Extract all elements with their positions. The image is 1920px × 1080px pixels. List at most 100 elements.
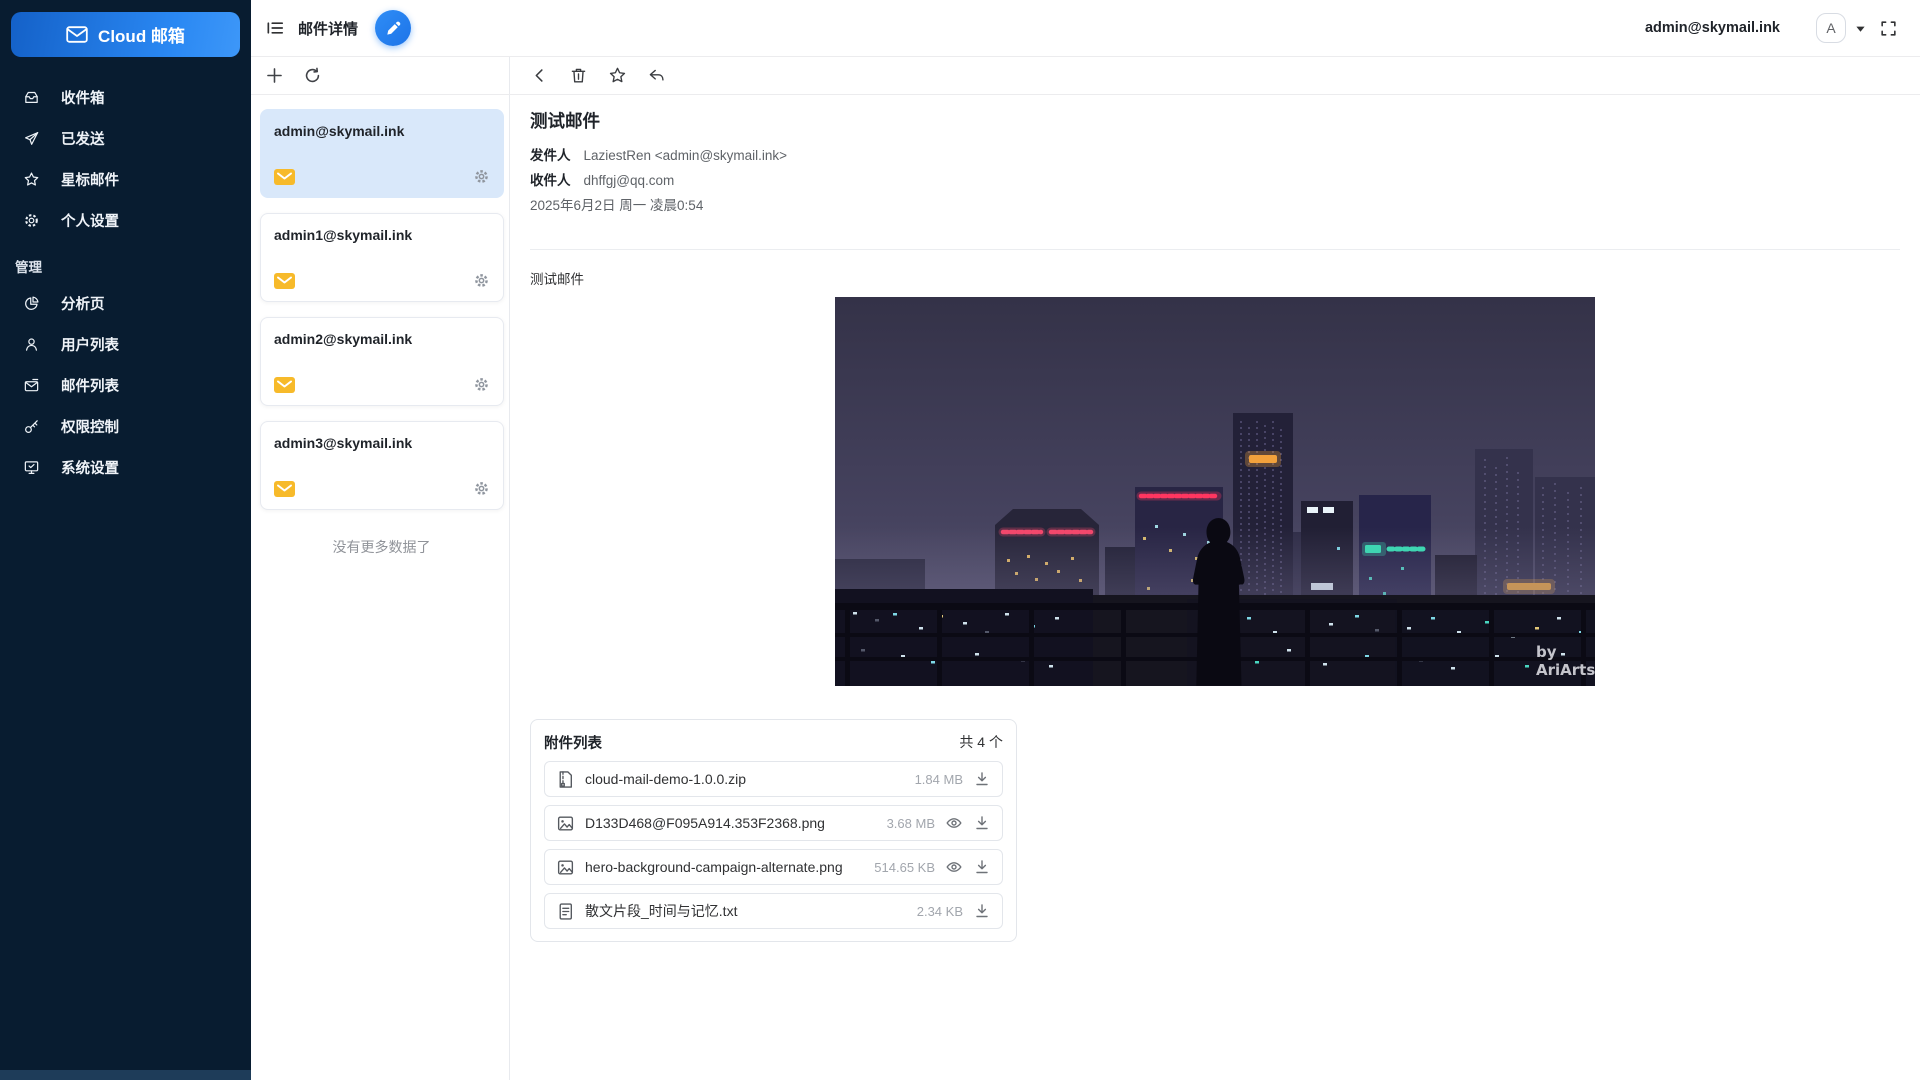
- card-footer: [274, 272, 490, 289]
- top-header: 邮件详情 admin@skymail.ink A: [251, 0, 1920, 57]
- gear-icon: [473, 480, 490, 497]
- eye-icon: [945, 814, 963, 832]
- menu-fold-icon[interactable]: [265, 18, 285, 38]
- envelope-icon: [274, 481, 295, 497]
- text-file-icon: [556, 902, 575, 921]
- account-card[interactable]: admin2@skymail.ink: [260, 317, 504, 406]
- meta-divider: [530, 249, 1900, 250]
- send-icon: [23, 130, 40, 147]
- trash-icon: [569, 66, 588, 85]
- image-file-icon: [556, 858, 575, 877]
- attachments-title: 附件列表: [544, 732, 602, 753]
- mail-body-text: 测试邮件: [530, 268, 1900, 288]
- mail-logo-icon: [66, 26, 88, 43]
- app-window: Cloud 邮箱 收件箱 已发送 星标邮件 个人设置: [0, 0, 1920, 1080]
- to-label: 收件人: [530, 168, 571, 193]
- app-logo[interactable]: Cloud 邮箱: [11, 12, 240, 57]
- attachments-panel: 附件列表 共 4 个 cloud-mail-demo-1.0.0.zip 1.8…: [530, 719, 1017, 942]
- star-icon: [608, 66, 627, 85]
- gear-icon: [23, 212, 40, 229]
- download-button[interactable]: [973, 770, 991, 788]
- sidebar: Cloud 邮箱 收件箱 已发送 星标邮件 个人设置: [0, 0, 251, 1080]
- download-icon: [973, 814, 991, 832]
- email-embedded-image: by AriArts: [530, 297, 1900, 686]
- account-card[interactable]: admin@skymail.ink: [260, 109, 504, 198]
- gear-icon: [473, 168, 490, 185]
- gear-icon: [473, 376, 490, 393]
- account-card[interactable]: admin1@skymail.ink: [260, 213, 504, 302]
- attachment-row: D133D468@F095A914.353F2368.png 3.68 MB: [544, 805, 1003, 841]
- account-settings-button[interactable]: [473, 272, 490, 289]
- attachment-name: 散文片段_时间与记忆.txt: [585, 901, 907, 921]
- add-account-button[interactable]: [265, 66, 284, 85]
- key-icon: [23, 418, 40, 435]
- page-title: 邮件详情: [298, 18, 358, 39]
- sidebar-item-permissions[interactable]: 权限控制: [0, 406, 251, 447]
- sidebar-item-sent[interactable]: 已发送: [0, 118, 251, 159]
- caret-down-icon[interactable]: [1855, 23, 1866, 34]
- zip-file-icon: [556, 770, 575, 789]
- account-settings-button[interactable]: [473, 480, 490, 497]
- image-watermark-line1: by: [1536, 643, 1557, 661]
- preview-button[interactable]: [945, 814, 963, 832]
- account-list: admin@skymail.ink ad: [251, 95, 510, 1080]
- fullscreen-icon: [1879, 19, 1898, 38]
- envelope-icon: [274, 169, 295, 185]
- compose-button[interactable]: [375, 10, 411, 46]
- mail-list-icon: [23, 377, 40, 394]
- refresh-button[interactable]: [303, 66, 322, 85]
- reply-icon: [647, 66, 666, 85]
- envelope-icon: [274, 377, 295, 393]
- reply-button[interactable]: [647, 66, 666, 85]
- account-card[interactable]: admin3@skymail.ink: [260, 421, 504, 510]
- to-value: dhffgj@qq.com: [584, 168, 675, 193]
- sidebar-item-label: 星标邮件: [61, 169, 119, 190]
- sidebar-item-personal-settings[interactable]: 个人设置: [0, 200, 251, 241]
- fullscreen-button[interactable]: [1879, 19, 1898, 38]
- download-button[interactable]: [973, 902, 991, 920]
- inbox-icon: [23, 89, 40, 106]
- download-button[interactable]: [973, 858, 991, 876]
- mail-meta: 发件人 LaziestRen <admin@skymail.ink> 收件人 d…: [530, 143, 1900, 218]
- attachment-row: cloud-mail-demo-1.0.0.zip 1.84 MB: [544, 761, 1003, 797]
- image-watermark-line2: AriArts: [1536, 661, 1595, 679]
- sidebar-item-label: 邮件列表: [61, 375, 119, 396]
- from-value: LaziestRen <admin@skymail.ink>: [584, 143, 788, 168]
- card-footer: [274, 168, 490, 185]
- attachment-size: 2.34 KB: [917, 904, 963, 919]
- sidebar-item-label: 个人设置: [61, 210, 119, 231]
- mail-date: 2025年6月2日 周一 凌晨0:54: [530, 193, 1900, 218]
- sidebar-item-system-settings[interactable]: 系统设置: [0, 447, 251, 488]
- to-row: 收件人 dhffgj@qq.com: [530, 168, 1900, 193]
- star-button[interactable]: [608, 66, 627, 85]
- sidebar-item-label: 已发送: [61, 128, 105, 149]
- account-address: admin@skymail.ink: [274, 123, 490, 139]
- attachment-size: 514.65 KB: [874, 860, 935, 875]
- attachments-header: 附件列表 共 4 个: [544, 731, 1003, 753]
- sidebar-item-label: 用户列表: [61, 334, 119, 355]
- account-address: admin2@skymail.ink: [274, 331, 490, 347]
- sidebar-item-analytics[interactable]: 分析页: [0, 283, 251, 324]
- attachment-name: D133D468@F095A914.353F2368.png: [585, 815, 877, 831]
- download-button[interactable]: [973, 814, 991, 832]
- delete-button[interactable]: [569, 66, 588, 85]
- sidebar-item-inbox[interactable]: 收件箱: [0, 77, 251, 118]
- sidebar-item-starred[interactable]: 星标邮件: [0, 159, 251, 200]
- pie-chart-icon: [23, 295, 40, 312]
- attachment-name: cloud-mail-demo-1.0.0.zip: [585, 771, 905, 787]
- account-settings-button[interactable]: [473, 168, 490, 185]
- back-button[interactable]: [530, 66, 549, 85]
- app-logo-label: Cloud 邮箱: [98, 22, 185, 47]
- from-label: 发件人: [530, 143, 571, 168]
- download-icon: [973, 858, 991, 876]
- avatar[interactable]: A: [1816, 13, 1846, 43]
- account-settings-button[interactable]: [473, 376, 490, 393]
- sidebar-item-mail-list[interactable]: 邮件列表: [0, 365, 251, 406]
- download-icon: [973, 902, 991, 920]
- preview-button[interactable]: [945, 858, 963, 876]
- card-footer: [274, 376, 490, 393]
- attachment-row: 散文片段_时间与记忆.txt 2.34 KB: [544, 893, 1003, 929]
- star-icon: [23, 171, 40, 188]
- refresh-icon: [303, 66, 322, 85]
- sidebar-item-user-list[interactable]: 用户列表: [0, 324, 251, 365]
